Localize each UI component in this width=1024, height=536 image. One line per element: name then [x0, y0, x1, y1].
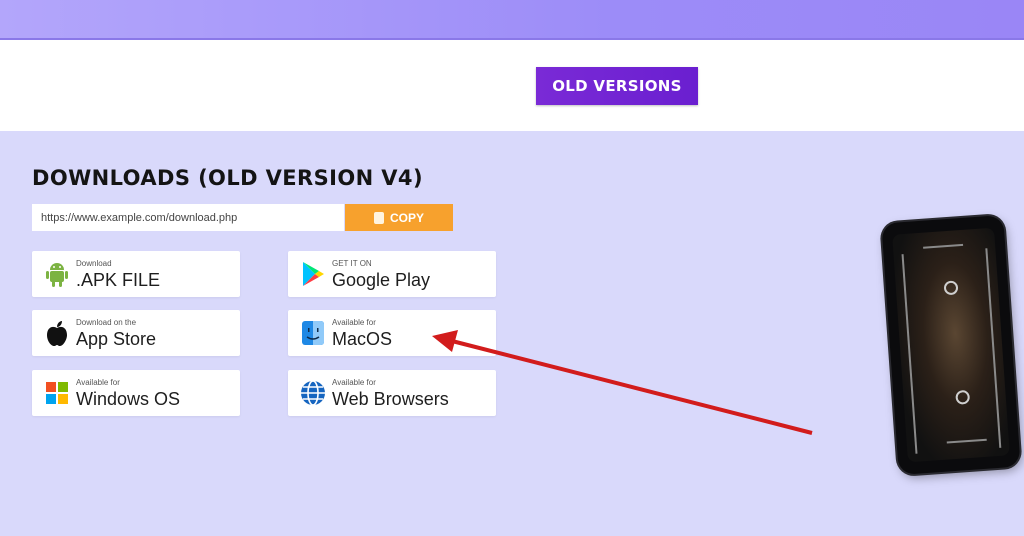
phone-screen: [892, 227, 1010, 463]
red-arrow: [432, 330, 813, 435]
phone-mockup: [881, 215, 1021, 475]
